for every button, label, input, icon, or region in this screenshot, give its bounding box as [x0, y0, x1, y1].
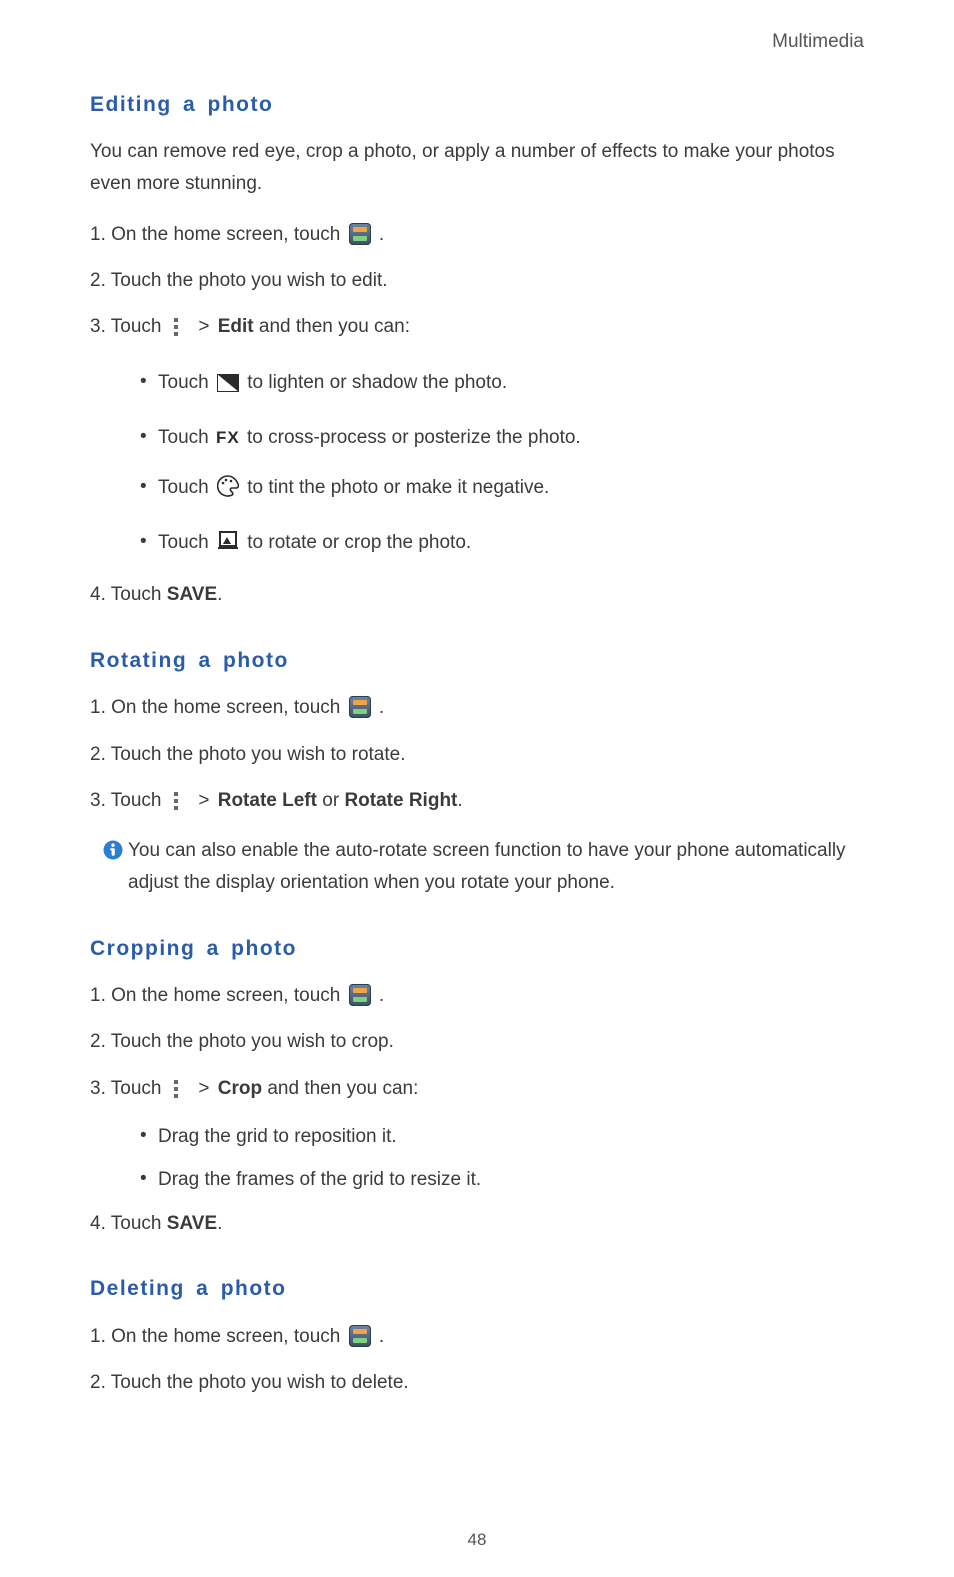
more-options-icon — [170, 789, 182, 821]
step-number: 4. — [90, 584, 106, 605]
step-text: Touch the photo you wish to crop. — [111, 1031, 394, 1052]
menu-label-save: SAVE — [167, 584, 217, 605]
deleting-step-1: 1. On the home screen, touch . — [90, 1321, 864, 1353]
more-options-icon — [170, 315, 182, 347]
bullet-text: Touch — [158, 427, 214, 448]
section-title-cropping: Cropping a photo — [90, 934, 864, 964]
step-number: 2. — [90, 270, 106, 291]
rotating-step-2: 2. Touch the photo you wish to rotate. — [90, 739, 864, 771]
bullet-text: Drag the grid to reposition it. — [158, 1126, 397, 1147]
step-text: Touch the photo you wish to edit. — [111, 270, 388, 291]
bullet-text: to cross-process or posterize the photo. — [247, 427, 581, 448]
step-number: 3. — [90, 316, 106, 337]
step-text: Touch the photo you wish to rotate. — [111, 744, 406, 765]
deleting-step-2: 2. Touch the photo you wish to delete. — [90, 1367, 864, 1399]
step-text: Touch — [111, 316, 167, 337]
step-text: . — [379, 1326, 384, 1347]
step-text: . — [379, 224, 384, 245]
step-number: 3. — [90, 790, 106, 811]
section-title-rotating: Rotating a photo — [90, 646, 864, 676]
info-text: You can also enable the auto-rotate scre… — [128, 835, 864, 900]
document-page: Multimedia Editing a photo You can remov… — [0, 0, 954, 1577]
editing-step-4: 4. Touch SAVE. — [90, 579, 864, 611]
cropping-step-4: 4. Touch SAVE. — [90, 1208, 864, 1240]
step-number: 1. — [90, 697, 106, 718]
step-text: Touch — [111, 584, 167, 605]
step-text: On the home screen, touch — [111, 1326, 345, 1347]
step-text: On the home screen, touch — [111, 224, 345, 245]
list-item: Touch to rotate or crop the photo. — [140, 529, 864, 558]
step-text: On the home screen, touch — [111, 697, 345, 718]
section-intro-editing: You can remove red eye, crop a photo, or… — [90, 136, 864, 201]
gallery-icon — [349, 223, 371, 245]
cropping-step-2: 2. Touch the photo you wish to crop. — [90, 1026, 864, 1058]
more-options-icon — [170, 1077, 182, 1109]
cropping-step-1: 1. On the home screen, touch . — [90, 980, 864, 1012]
chapter-header: Multimedia — [90, 28, 864, 56]
editing-step-3: 3. Touch > Edit and then you can: — [90, 311, 864, 347]
list-item: Touch FX to cross-process or posterize t… — [140, 424, 864, 453]
step-text: and then you can: — [267, 1078, 418, 1099]
editing-step-2: 2. Touch the photo you wish to edit. — [90, 265, 864, 297]
step-text: On the home screen, touch — [111, 985, 345, 1006]
list-item: Drag the frames of the grid to resize it… — [140, 1166, 864, 1195]
bullet-text: to tint the photo or make it negative. — [247, 477, 549, 498]
palette-icon — [217, 475, 239, 507]
step-text: or — [322, 790, 344, 811]
menu-label-crop: Crop — [218, 1078, 262, 1099]
step-text: Touch — [111, 1078, 167, 1099]
step-number: 1. — [90, 224, 106, 245]
step-number: 2. — [90, 1372, 106, 1393]
contrast-icon — [217, 373, 239, 402]
bullet-text: to rotate or crop the photo. — [247, 532, 471, 553]
cropping-sublist: Drag the grid to reposition it. Drag the… — [140, 1123, 864, 1194]
cropping-step-3: 3. Touch > Crop and then you can: — [90, 1073, 864, 1109]
fx-icon: FX — [216, 428, 240, 447]
step-text: Touch the photo you wish to delete. — [111, 1372, 409, 1393]
gallery-icon — [349, 696, 371, 718]
menu-label-rotate-right: Rotate Right — [344, 790, 457, 811]
menu-label-rotate-left: Rotate Left — [218, 790, 317, 811]
rotating-step-1: 1. On the home screen, touch . — [90, 692, 864, 724]
step-number: 2. — [90, 744, 106, 765]
step-text: . — [457, 790, 462, 811]
step-text: . — [217, 1213, 222, 1234]
section-title-editing: Editing a photo — [90, 90, 864, 120]
editing-step-1: 1. On the home screen, touch . — [90, 219, 864, 251]
step-number: 4. — [90, 1213, 106, 1234]
chevron-right-icon: > — [198, 790, 209, 811]
crop-icon — [217, 531, 239, 551]
rotating-step-3: 3. Touch > Rotate Left or Rotate Right. — [90, 785, 864, 821]
list-item: Touch to tint the photo or make it negat… — [140, 474, 864, 507]
bullet-text: to lighten or shadow the photo. — [247, 372, 507, 393]
section-title-deleting: Deleting a photo — [90, 1274, 864, 1304]
menu-label-save: SAVE — [167, 1213, 217, 1234]
info-note: You can also enable the auto-rotate scre… — [100, 835, 864, 900]
list-item: Touch to lighten or shadow the photo. — [140, 369, 864, 402]
step-number: 3. — [90, 1078, 106, 1099]
step-number: 2. — [90, 1031, 106, 1052]
bullet-text: Drag the frames of the grid to resize it… — [158, 1169, 481, 1190]
chevron-right-icon: > — [198, 1078, 209, 1099]
bullet-text: Touch — [158, 372, 214, 393]
bullet-text: Touch — [158, 477, 214, 498]
gallery-icon — [349, 984, 371, 1006]
step-text: . — [217, 584, 222, 605]
step-number: 1. — [90, 1326, 106, 1347]
editing-sublist: Touch to lighten or shadow the photo. To… — [140, 369, 864, 557]
step-text: and then you can: — [259, 316, 410, 337]
page-number: 48 — [0, 1528, 954, 1553]
chevron-right-icon: > — [198, 316, 209, 337]
step-text: . — [379, 985, 384, 1006]
step-number: 1. — [90, 985, 106, 1006]
menu-label-edit: Edit — [218, 316, 254, 337]
list-item: Drag the grid to reposition it. — [140, 1123, 864, 1152]
step-text: Touch — [111, 790, 167, 811]
step-text: . — [379, 697, 384, 718]
info-icon — [103, 840, 123, 869]
bullet-text: Touch — [158, 532, 214, 553]
gallery-icon — [349, 1325, 371, 1347]
step-text: Touch — [111, 1213, 167, 1234]
